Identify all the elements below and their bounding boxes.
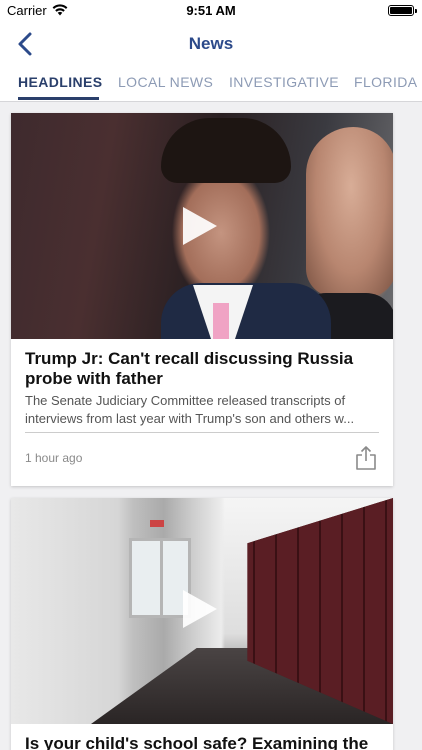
tab-florida[interactable]: FLORIDA (354, 74, 417, 90)
thumbnail-figure (161, 118, 291, 183)
play-icon[interactable] (183, 207, 217, 245)
status-time: 9:51 AM (186, 3, 236, 18)
thumbnail-figure (213, 303, 229, 339)
article-card[interactable]: Is your child's school safe? Examining t… (11, 498, 393, 750)
article-timestamp: 1 hour ago (25, 451, 83, 465)
article-card[interactable]: Trump Jr: Can't recall discussing Russia… (11, 113, 393, 486)
thumbnail-scene (150, 520, 164, 527)
category-tabs: HEADLINES LOCAL NEWS INVESTIGATIVE FLORI… (0, 66, 422, 102)
navigation-bar: News (0, 22, 422, 66)
active-tab-indicator (18, 97, 99, 100)
thumbnail-figure (306, 127, 393, 297)
play-icon[interactable] (183, 590, 217, 628)
card-divider (25, 432, 379, 433)
article-thumbnail[interactable] (11, 498, 393, 724)
article-headline[interactable]: Is your child's school safe? Examining t… (25, 734, 375, 750)
article-headline[interactable]: Trump Jr: Can't recall discussing Russia… (25, 349, 375, 389)
share-icon[interactable] (355, 445, 377, 471)
tab-local-news[interactable]: LOCAL NEWS (118, 74, 213, 90)
tab-headlines[interactable]: HEADLINES (18, 74, 103, 90)
thumbnail-scene (129, 538, 191, 618)
tab-investigative[interactable]: INVESTIGATIVE (229, 74, 339, 90)
battery-icon (388, 5, 417, 16)
article-summary: The Senate Judiciary Committee released … (25, 393, 355, 426)
status-bar: Carrier 9:51 AM (0, 0, 422, 22)
page-title: News (188, 34, 234, 53)
article-thumbnail[interactable] (11, 113, 393, 339)
